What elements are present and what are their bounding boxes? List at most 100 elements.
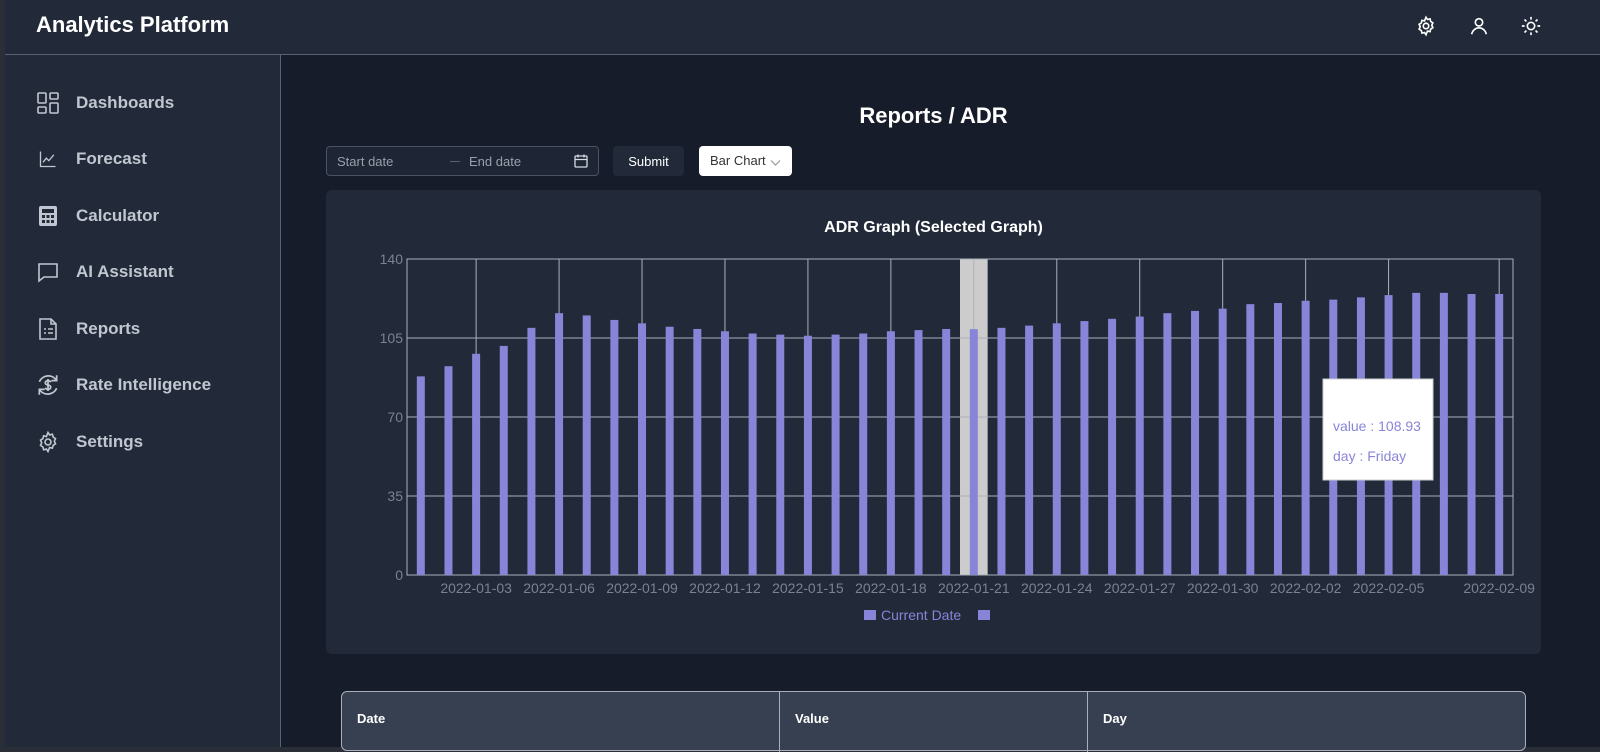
y-tick-label: 140 — [380, 251, 404, 267]
chart-type-select[interactable]: Bar Chart — [699, 146, 792, 176]
sidebar-item-label: Calculator — [76, 206, 160, 225]
sun-icon[interactable] — [1518, 13, 1544, 39]
sidebar-item-label: Forecast — [76, 149, 147, 168]
end-date-input[interactable]: End date — [469, 154, 521, 169]
date-range-picker[interactable]: Start date End date — [326, 146, 599, 176]
bar — [1218, 308, 1227, 575]
tooltip-day: day : Friday — [1333, 448, 1406, 464]
main-content: Reports / ADR Start date End date Submit… — [281, 56, 1600, 752]
report-icon — [35, 316, 61, 342]
chat-icon — [35, 259, 61, 285]
bar — [1025, 325, 1034, 575]
x-tick-label: 2022-01-27 — [1104, 580, 1176, 596]
x-tick-label: 2022-01-09 — [606, 580, 678, 596]
bar — [610, 319, 619, 575]
column-header-date[interactable]: Date — [357, 711, 385, 726]
dashboard-icon — [35, 90, 61, 116]
bar — [582, 315, 591, 575]
bar — [499, 345, 508, 575]
column-header-day[interactable]: Day — [1103, 711, 1127, 726]
x-tick-label: 2022-01-06 — [523, 580, 595, 596]
bar — [638, 323, 647, 575]
bar — [803, 335, 812, 575]
gear-icon[interactable] — [1413, 13, 1439, 39]
x-tick-label: 2022-01-30 — [1187, 580, 1259, 596]
sidebar-item-ai-assistant[interactable]: AI Assistant — [5, 250, 275, 294]
bar — [665, 326, 674, 575]
chart-card: ADR Graph (Selected Graph) 0 35 70 105 140 20… — [326, 190, 1541, 654]
date-range-separator — [450, 161, 460, 162]
x-tick-label: 2022-01-12 — [689, 580, 761, 596]
calculator-icon — [35, 203, 61, 229]
bar — [942, 328, 951, 575]
x-tick-label: 2022-02-05 — [1353, 580, 1425, 596]
bar — [1163, 313, 1172, 575]
submit-button[interactable]: Submit — [613, 146, 684, 176]
adr-bar-chart: 0 35 70 105 140 2022-01-03 2022-01-06 2022-01-0… — [380, 251, 1536, 623]
page-title: Reports / ADR — [859, 103, 1008, 128]
app-title: Analytics Platform — [36, 12, 230, 37]
bar — [748, 333, 757, 575]
sidebar: Dashboards Forecast Calculator AI Assist… — [5, 55, 281, 747]
column-header-value[interactable]: Value — [795, 711, 829, 726]
bar — [1246, 304, 1255, 575]
sidebar-item-rate-intelligence[interactable]: Rate Intelligence — [5, 363, 275, 407]
bar — [693, 328, 702, 575]
top-bar: Analytics Platform — [5, 0, 1600, 55]
bar — [831, 334, 840, 575]
dollar-cycle-icon — [35, 372, 61, 398]
sidebar-item-label: AI Assistant — [76, 262, 174, 281]
bar — [1191, 310, 1200, 575]
bar — [527, 327, 536, 575]
bar — [1495, 293, 1504, 575]
sidebar-item-label: Reports — [76, 319, 141, 338]
bar — [914, 330, 923, 575]
x-tick-label: 2022-01-15 — [772, 580, 844, 596]
start-date-input[interactable]: Start date — [337, 154, 393, 169]
sidebar-item-dashboards[interactable]: Dashboards — [5, 81, 275, 125]
x-tick-label: 2022-01-24 — [1021, 580, 1093, 596]
bar — [1467, 293, 1476, 575]
bar — [1439, 292, 1448, 575]
bar — [1273, 303, 1282, 575]
bar — [776, 334, 785, 575]
bar — [1080, 321, 1089, 575]
legend-swatch — [978, 610, 990, 620]
legend-swatch — [864, 610, 876, 620]
chart-type-value: Bar Chart — [710, 153, 766, 168]
sidebar-item-reports[interactable]: Reports — [5, 307, 275, 351]
legend-label: Current Date — [881, 607, 961, 623]
sidebar-item-label: Rate Intelligence — [76, 375, 212, 394]
user-icon[interactable] — [1466, 13, 1492, 39]
y-tick-label: 0 — [395, 567, 403, 583]
x-tick-label: 2022-01-18 — [855, 580, 927, 596]
gear-icon — [35, 429, 61, 455]
bar — [1135, 316, 1144, 575]
bar — [969, 329, 978, 575]
sidebar-item-forecast[interactable]: Forecast — [5, 137, 275, 181]
y-tick-label: 35 — [387, 488, 403, 504]
bar — [555, 313, 564, 575]
bar — [1052, 323, 1061, 575]
line-chart-icon — [35, 146, 61, 172]
column-divider — [779, 692, 780, 752]
bar — [472, 353, 481, 575]
bar — [997, 327, 1006, 575]
sidebar-item-label: Dashboards — [76, 93, 175, 112]
bar — [720, 331, 729, 575]
tooltip-value: value : 108.93 — [1333, 418, 1421, 434]
bar — [1108, 318, 1117, 575]
chevron-down-icon — [770, 155, 781, 170]
bar — [886, 331, 895, 575]
y-tick-label: 105 — [380, 330, 404, 346]
calendar-icon[interactable] — [573, 153, 589, 174]
data-table-header: Date Value Day — [341, 691, 1526, 752]
x-tick-label: 2022-01-03 — [440, 580, 512, 596]
sidebar-item-calculator[interactable]: Calculator — [5, 194, 275, 238]
sidebar-item-settings[interactable]: Settings — [5, 420, 275, 464]
x-tick-label: 2022-02-02 — [1270, 580, 1342, 596]
bar — [1301, 300, 1310, 575]
bar — [444, 366, 453, 575]
column-divider — [1087, 692, 1088, 752]
app-window: Analytics Platform Dashboards Forecast C… — [5, 0, 1600, 752]
